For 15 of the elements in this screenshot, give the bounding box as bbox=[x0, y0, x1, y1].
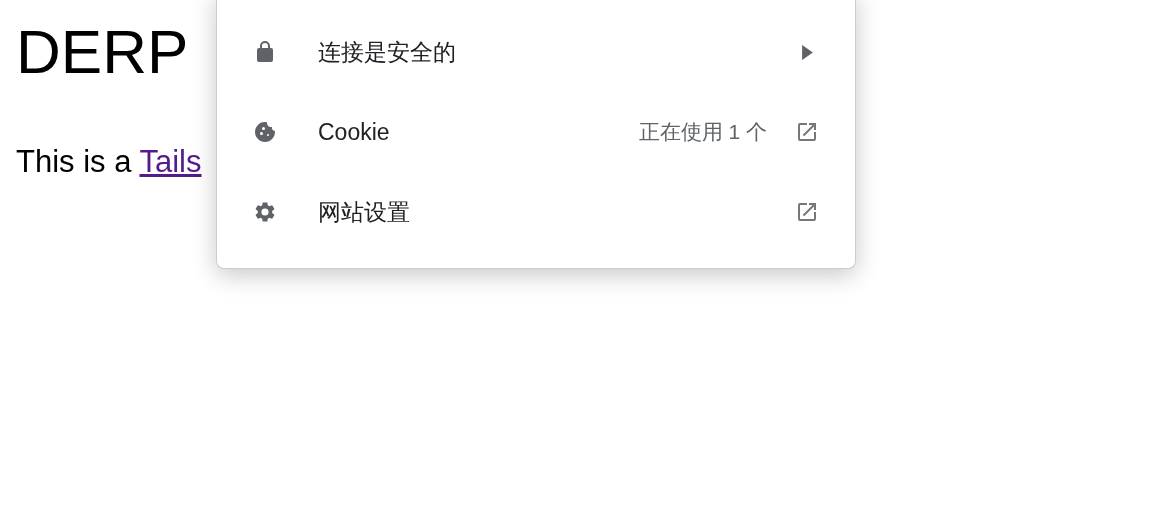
page-heading: DERP bbox=[16, 16, 189, 88]
external-link-icon bbox=[795, 200, 819, 224]
menu-item[interactable]: Cookie 正在使用 1 个 bbox=[217, 92, 855, 172]
external-link-icon bbox=[795, 120, 819, 144]
menu-item[interactable]: 网站设置 bbox=[217, 172, 855, 252]
cookie-icon bbox=[253, 120, 277, 144]
item-label: 网站设置 bbox=[318, 197, 411, 227]
triangle-right-icon bbox=[802, 44, 813, 60]
settings-icon bbox=[253, 200, 277, 224]
link[interactable]: Tails bbox=[139, 144, 202, 179]
menu-item[interactable]: 连接是安全的 bbox=[217, 12, 855, 92]
paragraph: This is a Tails bbox=[16, 144, 202, 180]
item-label: Cookie bbox=[318, 118, 391, 146]
usage-count: 正在使用 1 个 bbox=[638, 119, 767, 145]
item-label: 连接是安全的 bbox=[318, 37, 457, 67]
